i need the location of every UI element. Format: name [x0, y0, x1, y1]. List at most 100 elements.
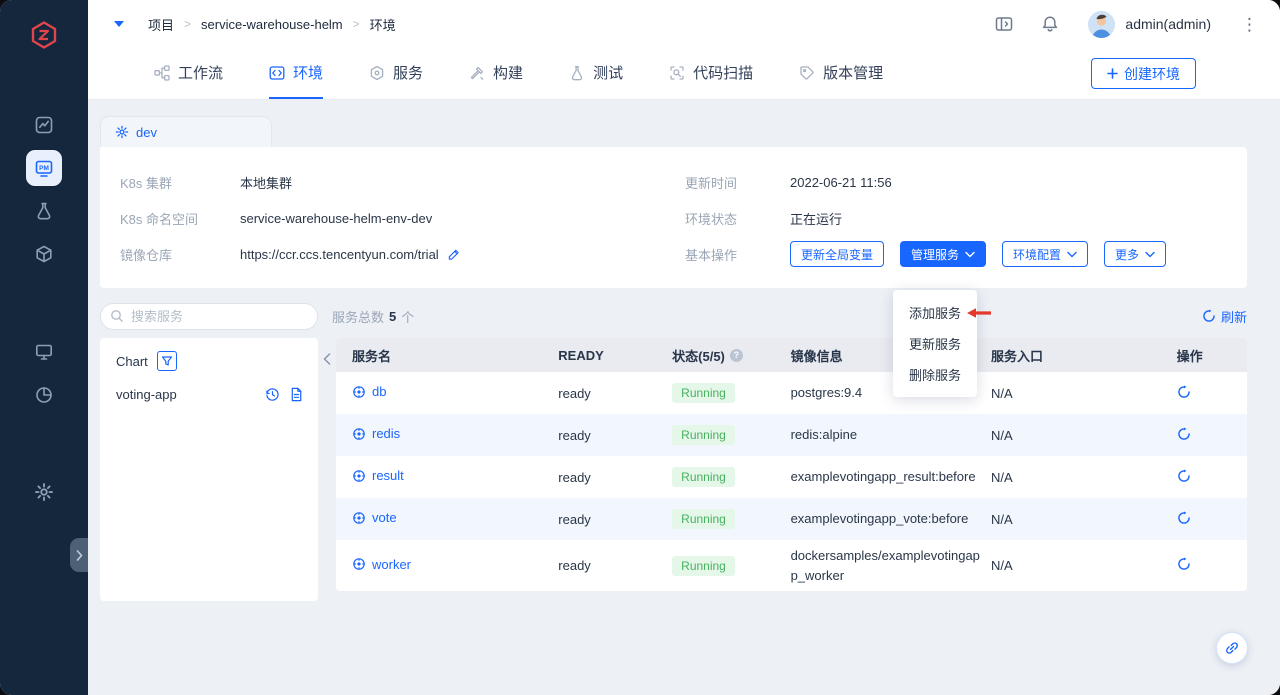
info-label: 更新时间 [685, 173, 790, 192]
env-tab-label: dev [136, 125, 157, 140]
service-link[interactable]: redis [352, 426, 400, 441]
collapse-panel-icon[interactable] [994, 14, 1014, 34]
tab-builds[interactable]: 构建 [469, 48, 523, 99]
env-tab-dev[interactable]: dev [100, 116, 272, 147]
chart-panel-title: Chart [116, 354, 148, 369]
restart-service-icon[interactable] [1177, 427, 1191, 441]
tab-services[interactable]: 服务 [369, 48, 423, 99]
tab-workflows[interactable]: 工作流 [154, 48, 223, 99]
search-icon [110, 309, 124, 323]
namespace-value: service-warehouse-helm-env-dev [240, 211, 432, 226]
dropdown-item-delete-service[interactable]: 删除服务 [893, 359, 977, 390]
registry-value: https://ccr.ccs.tencentyun.com/trial [240, 247, 460, 262]
image-cell: redis:alpine [791, 425, 983, 445]
notifications-bell-icon[interactable] [1040, 14, 1060, 34]
service-link[interactable]: db [352, 384, 386, 399]
chart-history-icon[interactable] [265, 387, 280, 402]
search-wrap [100, 303, 318, 330]
user-avatar[interactable] [1088, 11, 1115, 38]
dashboard-icon[interactable] [26, 107, 62, 143]
ready-cell: ready [558, 498, 672, 540]
chevron-down-icon [1067, 251, 1077, 258]
env-config-button[interactable]: 环境配置 [1002, 241, 1088, 267]
chart-panel: Chart voting-app [100, 338, 318, 601]
entry-cell: N/A [991, 414, 1169, 456]
zadig-logo-icon[interactable] [29, 20, 59, 55]
table-row[interactable]: db ready Running postgres:9.4 N/A [336, 372, 1247, 414]
dropdown-item-add-service[interactable]: 添加服务 [893, 297, 977, 328]
restart-service-icon[interactable] [1177, 385, 1191, 399]
chart-item-voting-app[interactable]: voting-app [116, 387, 304, 402]
test-center-icon[interactable] [26, 193, 62, 229]
create-env-button[interactable]: 创建环境 [1091, 58, 1196, 89]
projects-icon[interactable]: PM [26, 150, 62, 186]
info-label: 环境状态 [685, 209, 790, 228]
more-menu-icon[interactable]: ⋮ [1241, 16, 1258, 33]
update-global-vars-button[interactable]: 更新全局变量 [790, 241, 884, 267]
ready-cell: ready [558, 414, 672, 456]
breadcrumb-project-name[interactable]: service-warehouse-helm [201, 17, 343, 32]
chart-values-file-icon[interactable] [289, 387, 304, 402]
info-row: K8s 命名空间 service-warehouse-helm-env-dev [120, 200, 685, 236]
settings-icon[interactable] [26, 474, 62, 510]
tab-code-scan[interactable]: 代码扫描 [669, 48, 753, 99]
sidebar-collapse-handle[interactable] [70, 538, 88, 572]
service-link[interactable]: worker [352, 557, 411, 572]
table-header-row: 服务名 READY 状态(5/5) ? 镜像信息 服务入口 [336, 338, 1247, 372]
manage-services-button[interactable]: 管理服务 [900, 241, 986, 267]
info-row: K8s 集群 本地集群 [120, 164, 685, 200]
info-label: K8s 集群 [120, 173, 240, 192]
env-code-icon [269, 65, 285, 81]
service-link[interactable]: result [352, 468, 404, 483]
edit-registry-icon[interactable] [447, 248, 460, 261]
topbar: 项目 > service-warehouse-helm > 环境 [88, 0, 1280, 48]
plus-icon [1107, 68, 1118, 79]
breadcrumb-env: 环境 [370, 15, 396, 34]
share-link-button[interactable] [1216, 632, 1248, 664]
table-row[interactable]: vote ready Running examplevotingapp_vote… [336, 498, 1247, 540]
tab-tests[interactable]: 测试 [569, 48, 623, 99]
services-table: 服务名 READY 状态(5/5) ? 镜像信息 服务入口 [336, 338, 1247, 591]
service-link[interactable]: vote [352, 510, 397, 525]
tab-environments[interactable]: 环境 [269, 48, 323, 99]
helm-service-icon [352, 557, 366, 571]
status-badge: Running [672, 467, 735, 487]
table-row[interactable]: worker ready Running dockersamples/examp… [336, 540, 1247, 591]
cluster-value: 本地集群 [240, 173, 292, 192]
delivery-center-icon[interactable] [26, 236, 62, 272]
user-name[interactable]: admin(admin) [1125, 16, 1211, 32]
filter-button[interactable] [157, 351, 177, 371]
resources-icon[interactable] [26, 334, 62, 370]
breadcrumb-projects[interactable]: 项目 [148, 15, 174, 34]
info-label: 镜像仓库 [120, 245, 240, 264]
manage-services-dropdown: 添加服务 更新服务 删除服务 [893, 290, 977, 397]
col-service-name: 服务名 [336, 338, 558, 372]
image-cell: examplevotingapp_vote:before [791, 509, 983, 529]
insights-icon[interactable] [26, 377, 62, 413]
ready-cell: ready [558, 456, 672, 498]
link-icon [1224, 640, 1240, 656]
info-row: 环境状态 正在运行 [685, 200, 1227, 236]
panel-collapse-icon[interactable] [323, 353, 331, 365]
tab-label: 代码扫描 [693, 62, 753, 83]
project-switcher-caret-icon[interactable] [114, 21, 124, 27]
entry-cell: N/A [991, 498, 1169, 540]
test-flask-icon [569, 65, 585, 81]
tab-versions[interactable]: 版本管理 [799, 48, 883, 99]
table-row[interactable]: redis ready Running redis:alpine N/A [336, 414, 1247, 456]
app-window: PM [0, 0, 1280, 695]
restart-service-icon[interactable] [1177, 557, 1191, 571]
status-badge: Running [672, 556, 735, 576]
search-services-input[interactable] [100, 303, 318, 330]
table-row[interactable]: result ready Running examplevotingapp_re… [336, 456, 1247, 498]
status-help-icon[interactable]: ? [730, 349, 743, 362]
funnel-icon [161, 355, 173, 367]
services-toolbar: 服务总数 5 个 刷新 [100, 302, 1247, 330]
version-tag-icon [799, 65, 815, 81]
restart-service-icon[interactable] [1177, 469, 1191, 483]
status-badge: Running [672, 425, 735, 445]
dropdown-item-update-service[interactable]: 更新服务 [893, 328, 977, 359]
refresh-button[interactable]: 刷新 [1202, 307, 1247, 326]
more-actions-button[interactable]: 更多 [1104, 241, 1166, 267]
restart-service-icon[interactable] [1177, 511, 1191, 525]
